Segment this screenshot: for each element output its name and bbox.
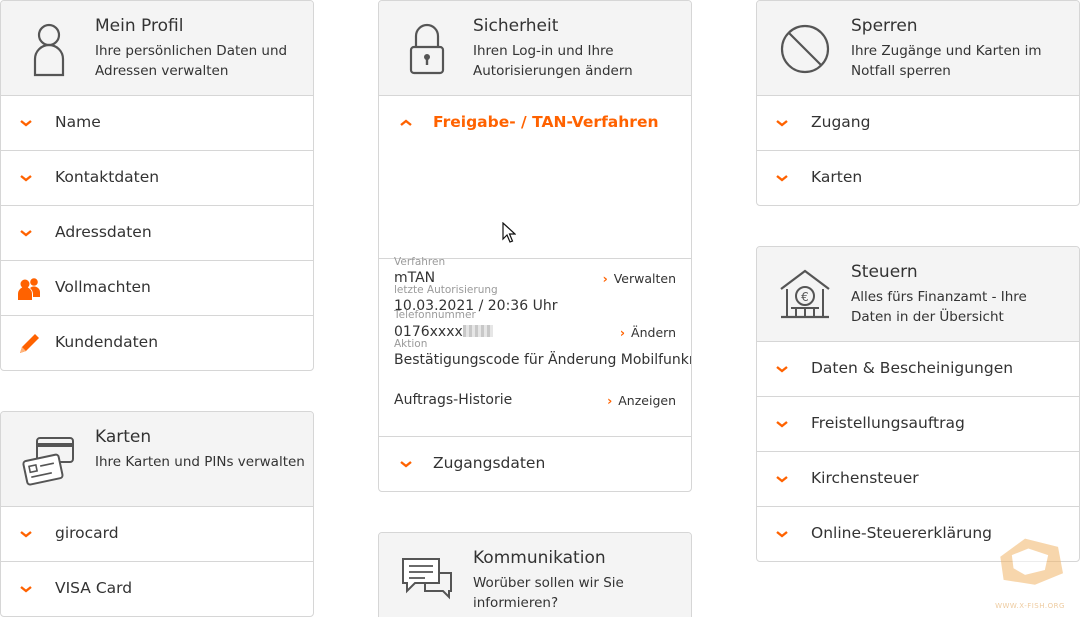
autorisierung-section: letzte Autorisierung 10.03.2021 / 20:36 …	[379, 259, 691, 437]
sicherheit-card: Sicherheit Ihren Log-in und Ihre Autoris…	[378, 0, 692, 492]
steuern-item-freistellungsauftrag[interactable]: Freistellungsauftrag	[757, 397, 1079, 452]
watermark-logo: WWW.X-FISH.ORG	[984, 532, 1076, 612]
pencil-icon	[20, 334, 39, 353]
zugangsdaten-label: Zugangsdaten	[433, 454, 546, 472]
people-icon	[18, 278, 40, 300]
sperren-title: Sperren	[851, 16, 918, 36]
arrow-right-icon: ›	[607, 393, 613, 408]
steuern-title: Steuern	[851, 262, 918, 282]
chevron-up-icon	[400, 119, 412, 126]
lock-icon	[409, 23, 445, 75]
karten-item-label: VISA Card	[55, 579, 133, 597]
profil-item-adressdaten[interactable]: Adressdaten	[1, 206, 313, 261]
sperren-item-label: Zugang	[811, 113, 871, 131]
chevron-down-icon	[776, 476, 788, 483]
chevron-down-icon	[20, 230, 32, 237]
zugangsdaten-item[interactable]: Zugangsdaten	[379, 437, 691, 491]
karten-header: Karten Ihre Karten und PINs verwalten	[1, 412, 313, 507]
steuern-item-label: Freistellungsauftrag	[811, 414, 965, 432]
karten-item-label: girocard	[55, 524, 119, 542]
watermark-text: WWW.X-FISH.ORG	[995, 602, 1065, 610]
tan-verfahren-toggle[interactable]: Freigabe- / TAN-Verfahren	[379, 96, 691, 148]
profil-item-vollmachten[interactable]: Vollmachten	[1, 261, 313, 316]
sperren-item-karten[interactable]: Karten	[757, 151, 1079, 205]
chevron-down-icon	[776, 531, 788, 538]
anzeigen-label: Anzeigen	[618, 393, 676, 408]
steuern-subtitle: Alles fürs Finanzamt - Ihre Daten in der…	[851, 289, 1027, 325]
chevron-down-icon	[776, 421, 788, 428]
fish-logo-icon	[1000, 538, 1063, 585]
steuern-header: € Steuern Alles fürs Finanzamt - Ihre Da…	[757, 247, 1079, 342]
karten-item-girocard[interactable]: girocard	[1, 507, 313, 562]
sicherheit-subtitle: Ihren Log-in und Ihre Autorisierungen än…	[473, 43, 633, 79]
sperren-item-label: Karten	[811, 168, 863, 186]
profil-item-kundendaten[interactable]: Kundendaten	[1, 316, 313, 370]
profil-item-label: Kontaktdaten	[55, 168, 160, 186]
profil-item-label: Kundendaten	[55, 333, 159, 351]
profil-item-label: Vollmachten	[55, 278, 151, 296]
anzeigen-link[interactable]: › Anzeigen	[607, 393, 676, 408]
sperren-header: Sperren Ihre Zugänge und Karten im Notfa…	[757, 1, 1079, 96]
chevron-down-icon	[20, 175, 32, 182]
chat-bubbles-icon	[402, 558, 452, 600]
profil-title: Mein Profil	[95, 16, 184, 36]
chevron-down-icon	[20, 120, 32, 127]
karten-title: Karten	[95, 427, 152, 447]
steuern-item-kirchensteuer[interactable]: Kirchensteuer	[757, 452, 1079, 507]
profil-subtitle: Ihre persönlichen Daten und Adressen ver…	[95, 43, 288, 79]
chevron-down-icon	[20, 531, 32, 538]
karten-item-visa[interactable]: VISA Card	[1, 562, 313, 616]
chevron-down-icon	[20, 586, 32, 593]
profil-header: Mein Profil Ihre persönlichen Daten und …	[1, 1, 313, 96]
chevron-down-icon	[776, 366, 788, 373]
sicherheit-header: Sicherheit Ihren Log-in und Ihre Autoris…	[379, 1, 691, 96]
profil-item-label: Adressdaten	[55, 223, 152, 241]
steuern-card: € Steuern Alles fürs Finanzamt - Ihre Da…	[756, 246, 1080, 562]
sperren-item-zugang[interactable]: Zugang	[757, 96, 1079, 151]
steuern-item-label: Kirchensteuer	[811, 469, 919, 487]
credit-cards-icon	[22, 437, 74, 486]
chevron-down-icon	[776, 120, 788, 127]
chevron-down-icon	[400, 461, 412, 468]
kommunikation-card: Kommunikation Worüber sollen wir Sie inf…	[378, 532, 692, 617]
tan-verfahren-title: Freigabe- / TAN-Verfahren	[433, 113, 659, 131]
kommunikation-title: Kommunikation	[473, 548, 606, 568]
profil-item-kontaktdaten[interactable]: Kontaktdaten	[1, 151, 313, 206]
chevron-down-icon	[776, 175, 788, 182]
letzte-autorisierung-label: letzte Autorisierung	[394, 284, 498, 296]
aktion-label: Aktion	[394, 338, 428, 350]
letzte-autorisierung-value: 10.03.2021 / 20:36 Uhr	[394, 298, 558, 314]
mouse-cursor-icon	[502, 222, 516, 243]
steuern-item-label: Online-Steuererklärung	[811, 524, 992, 542]
karten-card: Karten Ihre Karten und PINs verwalten gi…	[0, 411, 314, 617]
profil-item-label: Name	[55, 113, 101, 131]
steuern-item-daten[interactable]: Daten & Bescheinigungen	[757, 342, 1079, 397]
sperren-card: Sperren Ihre Zugänge und Karten im Notfa…	[756, 0, 1080, 206]
kommunikation-header: Kommunikation Worüber sollen wir Sie inf…	[379, 533, 691, 617]
sperren-subtitle: Ihre Zugänge und Karten im Notfall sperr…	[851, 43, 1042, 79]
sicherheit-title: Sicherheit	[473, 16, 559, 36]
aktion-value: Bestätigungscode für Änderung Mobilfunkn…	[394, 352, 692, 368]
tax-office-icon: €	[780, 269, 830, 319]
svg-text:€: €	[801, 290, 809, 304]
profil-item-name[interactable]: Name	[1, 96, 313, 151]
person-icon	[33, 23, 65, 77]
karten-subtitle: Ihre Karten und PINs verwalten	[95, 454, 305, 470]
profil-card: Mein Profil Ihre persönlichen Daten und …	[0, 0, 314, 371]
kommunikation-subtitle: Worüber sollen wir Sie informieren?	[473, 575, 624, 611]
block-icon	[780, 24, 830, 74]
steuern-item-label: Daten & Bescheinigungen	[811, 359, 1014, 377]
tan-verfahren-section: Freigabe- / TAN-Verfahren Verfahren mTAN…	[379, 96, 691, 340]
auftrags-historie-label: Auftrags-Historie	[394, 392, 513, 408]
